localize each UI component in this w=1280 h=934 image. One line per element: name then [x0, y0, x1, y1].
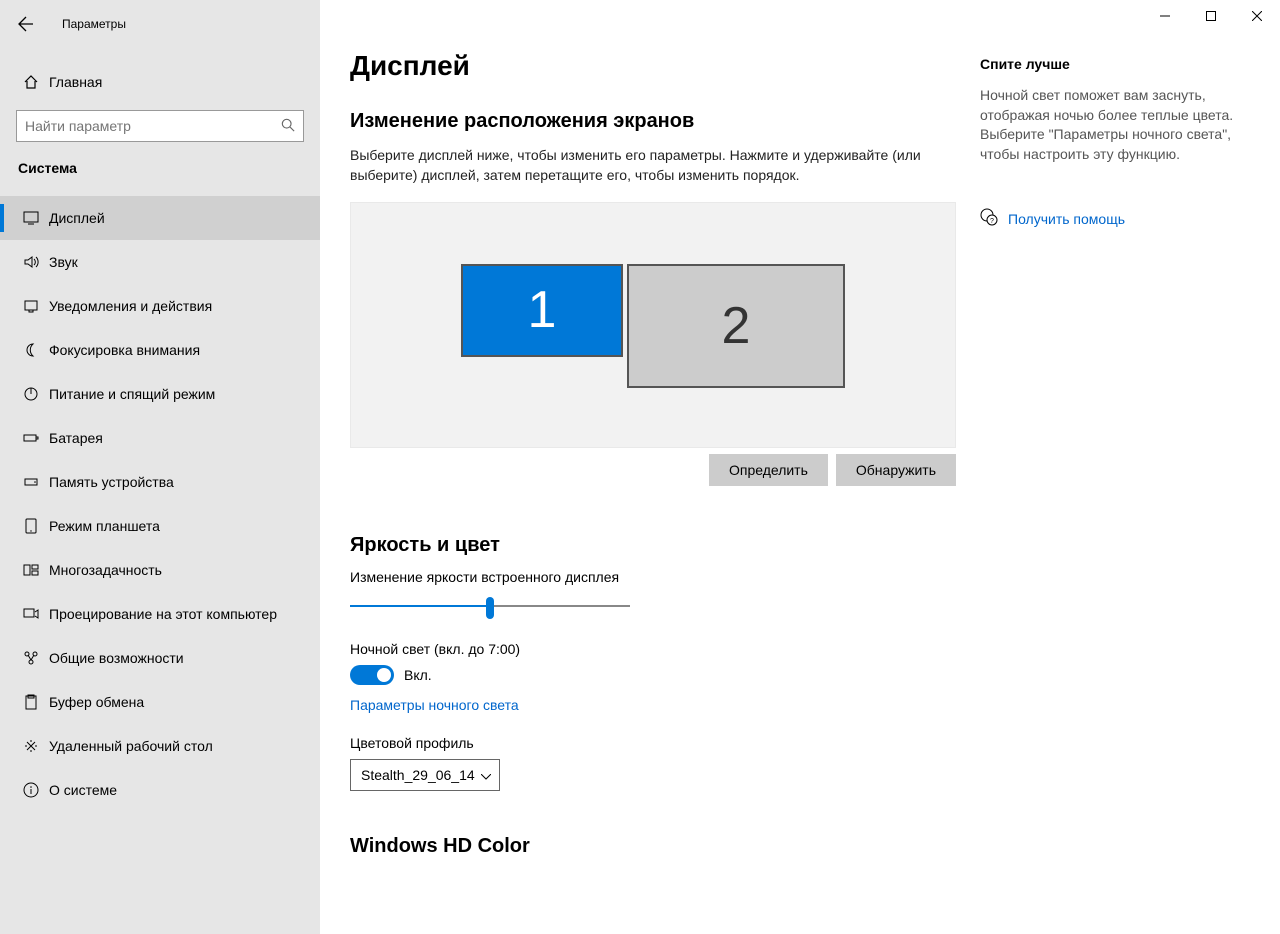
main: Дисплей Изменение расположения экранов В… [320, 0, 1280, 934]
nav-item-sound[interactable]: Звук [0, 240, 320, 284]
nav-label: Питание и спящий режим [49, 386, 215, 402]
search-wrap [16, 110, 304, 142]
nav-item-shared[interactable]: Общие возможности [0, 636, 320, 680]
hd-color-heading: Windows HD Color [350, 835, 980, 858]
chevron-down-icon [481, 767, 491, 783]
info-text: Ночной свет поможет вам заснуть, отображ… [980, 86, 1236, 164]
window-controls [1142, 0, 1280, 32]
help-icon: ? [980, 208, 998, 229]
maximize-button[interactable] [1188, 0, 1234, 32]
nav-label: Буфер обмена [49, 694, 144, 710]
tablet-icon [17, 518, 45, 534]
nav-label: Многозадачность [49, 562, 162, 578]
night-light-toggle-row: Вкл. [350, 665, 980, 685]
search-icon [281, 118, 295, 135]
dropdown-value: Stealth_29_06_14 [361, 767, 475, 783]
nav-item-tablet[interactable]: Режим планшета [0, 504, 320, 548]
nav-item-notifications[interactable]: Уведомления и действия [0, 284, 320, 328]
nav-label: Удаленный рабочий стол [49, 738, 213, 754]
nav-item-power[interactable]: Питание и спящий режим [0, 372, 320, 416]
nav-label: Звук [49, 254, 78, 270]
nav-label: Память устройства [49, 474, 174, 490]
back-button[interactable] [12, 10, 40, 38]
moon-icon [17, 342, 45, 358]
notification-icon [17, 298, 45, 314]
monitor-1[interactable]: 1 [461, 264, 623, 357]
info-title: Спите лучше [980, 56, 1236, 72]
back-arrow-icon [18, 16, 34, 32]
speaker-icon [17, 254, 45, 270]
home-label: Главная [49, 74, 102, 90]
battery-icon [17, 430, 45, 446]
nav-label: Уведомления и действия [49, 298, 212, 314]
app-title: Параметры [62, 17, 126, 31]
brightness-heading: Яркость и цвет [350, 534, 980, 557]
arrange-heading: Изменение расположения экранов [350, 110, 980, 133]
category-label: Система [0, 142, 320, 186]
night-light-settings-link[interactable]: Параметры ночного света [350, 697, 519, 713]
toggle-state: Вкл. [404, 667, 432, 683]
home-icon [17, 74, 45, 90]
slider-thumb[interactable] [486, 597, 494, 619]
night-light-label: Ночной свет (вкл. до 7:00) [350, 641, 980, 657]
storage-icon [17, 474, 45, 490]
display-icon [17, 210, 45, 226]
nav-label: Общие возможности [49, 650, 184, 666]
title-row: Параметры [0, 8, 320, 40]
arrange-buttons: Определить Обнаружить [350, 454, 956, 486]
nav-item-multitasking[interactable]: Многозадачность [0, 548, 320, 592]
brightness-label: Изменение яркости встроенного дисплея [350, 569, 980, 585]
nav-list: Дисплей Звук Уведомления и действия Фоку… [0, 196, 320, 812]
multitask-icon [17, 562, 45, 578]
display-arrangement[interactable]: 1 2 [350, 202, 956, 448]
page-title: Дисплей [350, 50, 980, 82]
arrange-desc: Выберите дисплей ниже, чтобы изменить ег… [350, 145, 950, 186]
detect-button[interactable]: Обнаружить [836, 454, 956, 486]
nav-label: Режим планшета [49, 518, 160, 534]
nav-item-storage[interactable]: Память устройства [0, 460, 320, 504]
nav-item-focus[interactable]: Фокусировка внимания [0, 328, 320, 372]
info-icon [17, 782, 45, 798]
nav-item-battery[interactable]: Батарея [0, 416, 320, 460]
info-panel: Спите лучше Ночной свет поможет вам засн… [980, 0, 1260, 934]
svg-text:?: ? [990, 218, 994, 225]
project-icon [17, 606, 45, 622]
nav-item-projecting[interactable]: Проецирование на этот компьютер [0, 592, 320, 636]
search-box[interactable] [16, 110, 304, 142]
brightness-slider[interactable] [350, 593, 630, 621]
content: Дисплей Изменение расположения экранов В… [320, 0, 980, 934]
power-icon [17, 386, 45, 402]
color-profile-dropdown[interactable]: Stealth_29_06_14 [350, 759, 500, 791]
nav-item-clipboard[interactable]: Буфер обмена [0, 680, 320, 724]
remote-icon [17, 738, 45, 754]
nav-item-about[interactable]: О системе [0, 768, 320, 812]
identify-button[interactable]: Определить [709, 454, 828, 486]
shared-icon [17, 650, 45, 666]
nav-label: Фокусировка внимания [49, 342, 200, 358]
get-help-link[interactable]: Получить помощь [1008, 211, 1125, 227]
nav-label: Дисплей [49, 210, 105, 226]
nav-label: О системе [49, 782, 117, 798]
clipboard-icon [17, 694, 45, 710]
close-button[interactable] [1234, 0, 1280, 32]
slider-fill [350, 605, 490, 607]
color-profile-label: Цветовой профиль [350, 735, 980, 751]
sidebar: Параметры Главная Система Дисплей Звук У… [0, 0, 320, 934]
nav-label: Проецирование на этот компьютер [49, 606, 277, 622]
monitor-2[interactable]: 2 [627, 264, 845, 388]
nav-home[interactable]: Главная [0, 60, 320, 104]
nav-item-remote[interactable]: Удаленный рабочий стол [0, 724, 320, 768]
minimize-button[interactable] [1142, 0, 1188, 32]
help-row: ? Получить помощь [980, 208, 1236, 229]
nav-item-display[interactable]: Дисплей [0, 196, 320, 240]
search-input[interactable] [25, 118, 281, 134]
nav-label: Батарея [49, 430, 103, 446]
night-light-toggle[interactable] [350, 665, 394, 685]
